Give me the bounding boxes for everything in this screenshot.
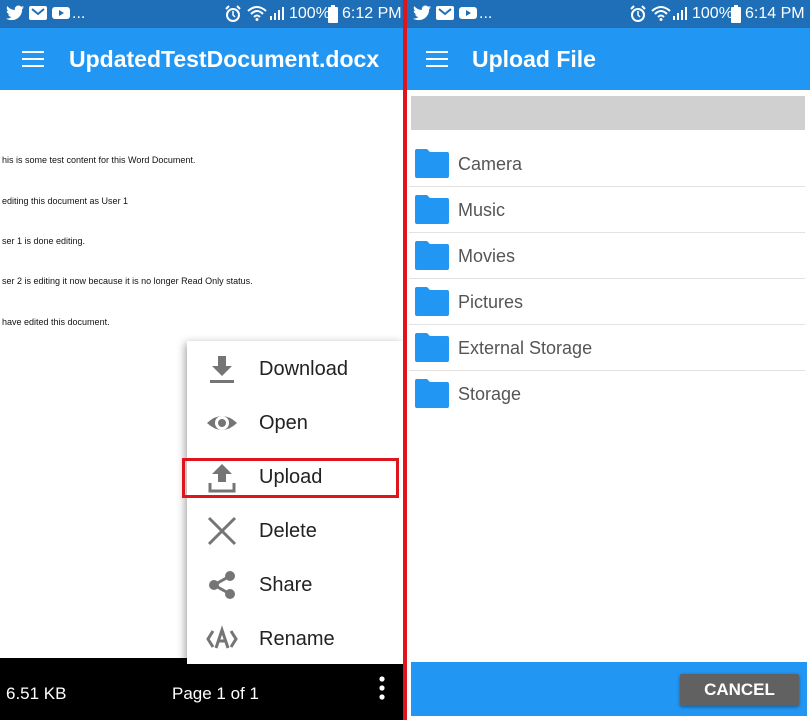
document-line: ser 2 is editing it now because it is no… <box>2 276 253 286</box>
battery-icon <box>731 5 741 23</box>
rename-icon <box>206 625 238 649</box>
cancel-button[interactable]: CANCEL <box>680 674 799 706</box>
page-indicator: Page 1 of 1 <box>172 684 259 703</box>
menu-item-share[interactable]: Share <box>187 557 403 611</box>
app-bar: Upload File <box>407 28 810 90</box>
folder-icon <box>415 149 449 178</box>
folder-item-music[interactable]: Music <box>409 187 805 233</box>
right-screen: ... 100% 6:14 PM Upload File Camera Musi… <box>407 0 810 720</box>
mail-icon <box>436 6 454 20</box>
folder-item-movies[interactable]: Movies <box>409 233 805 279</box>
share-icon <box>209 571 235 599</box>
status-ellipsis: ... <box>479 5 493 22</box>
document-title: UpdatedTestDocument.docx <box>69 46 380 72</box>
youtube-icon <box>52 7 70 19</box>
page-title: Upload File <box>472 46 596 72</box>
menu-item-open[interactable]: Open <box>187 395 403 449</box>
folder-label: Storage <box>458 384 522 404</box>
file-size: 6.51 KB <box>6 684 67 703</box>
menu-item-download[interactable]: Download <box>187 341 403 395</box>
folder-label: Movies <box>458 246 516 266</box>
menu-item-label: Share <box>259 574 313 596</box>
document-line: have edited this document. <box>2 317 110 327</box>
close-x-icon <box>207 516 237 546</box>
status-bar: ... 100% 6:12 PM <box>0 0 403 28</box>
menu-item-label: Delete <box>259 520 317 542</box>
signal-icon <box>673 7 687 20</box>
hamburger-menu-icon[interactable] <box>426 50 450 68</box>
folder-icon <box>415 287 449 316</box>
folder-item-camera[interactable]: Camera <box>409 141 805 187</box>
signal-icon <box>270 7 284 20</box>
download-icon <box>210 356 234 383</box>
status-time: 6:12 PM <box>342 5 402 22</box>
app-bar: UpdatedTestDocument.docx <box>0 28 403 90</box>
path-bar <box>411 96 805 130</box>
battery-percent: 100% <box>289 5 330 22</box>
wifi-icon <box>247 6 267 21</box>
twitter-icon <box>413 5 431 21</box>
wifi-icon <box>651 6 671 21</box>
folder-icon <box>415 195 449 224</box>
menu-item-label: Download <box>259 358 348 380</box>
folder-icon <box>415 379 449 408</box>
folder-label: Camera <box>458 154 523 174</box>
folder-icon <box>415 333 449 362</box>
folder-icon <box>415 241 449 270</box>
more-vert-icon[interactable] <box>378 676 386 700</box>
menu-item-label: Open <box>259 412 308 434</box>
folder-label: External Storage <box>458 338 593 358</box>
document-line: editing this document as User 1 <box>2 196 129 206</box>
folder-item-external-storage[interactable]: External Storage <box>409 325 805 371</box>
youtube-icon <box>459 7 477 19</box>
menu-item-label: Rename <box>259 628 335 650</box>
twitter-icon <box>6 5 24 21</box>
eye-icon <box>207 416 237 430</box>
status-time: 6:14 PM <box>745 5 805 22</box>
alarm-icon <box>630 5 646 22</box>
battery-percent: 100% <box>692 5 733 22</box>
hamburger-menu-icon[interactable] <box>22 50 46 68</box>
folder-item-storage[interactable]: Storage <box>409 371 805 417</box>
alarm-icon <box>225 5 241 22</box>
upload-highlight-box <box>182 458 399 498</box>
dialog-footer: CANCEL <box>411 662 807 716</box>
left-screen: ... 100% 6:12 PM UpdatedTestDocument.doc… <box>0 0 403 720</box>
menu-item-delete[interactable]: Delete <box>187 503 403 557</box>
document-line: ser 1 is done editing. <box>2 236 86 246</box>
mail-icon <box>29 6 47 20</box>
context-menu: Download Open Upload Delete Share Rename <box>187 341 403 664</box>
menu-item-rename[interactable]: Rename <box>187 611 403 665</box>
status-ellipsis: ... <box>72 5 86 22</box>
folder-label: Music <box>458 200 506 220</box>
document-line: his is some test content for this Word D… <box>2 155 196 165</box>
status-bar: ... 100% 6:14 PM <box>407 0 810 28</box>
folder-label: Pictures <box>458 292 524 312</box>
folder-item-pictures[interactable]: Pictures <box>409 279 805 325</box>
battery-icon <box>328 5 338 23</box>
